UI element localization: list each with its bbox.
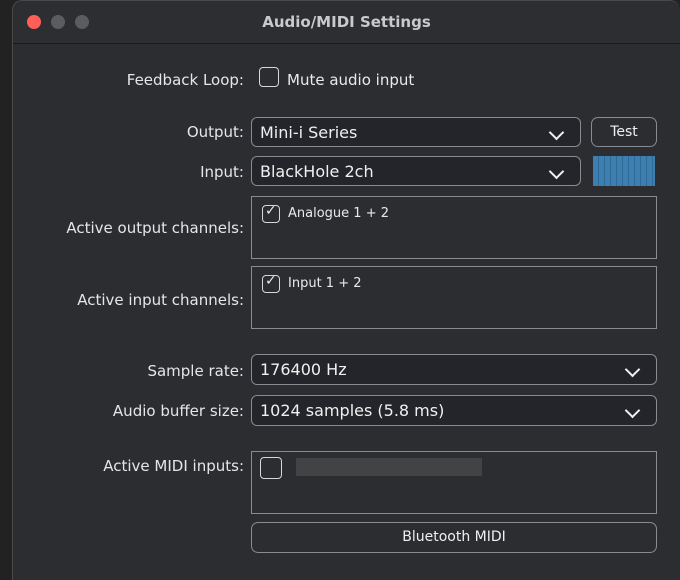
active-input-channels-label: Active input channels: <box>77 291 244 309</box>
input-device-select[interactable]: BlackHole 2ch <box>251 156 581 186</box>
window-title: Audio/MIDI Settings <box>262 13 431 31</box>
midi-input-name-redacted <box>296 458 482 476</box>
audio-midi-settings-window: Audio/MIDI Settings Feedback Loop: Mute … <box>12 0 680 580</box>
active-midi-inputs-list <box>251 451 657 514</box>
sample-rate-value: 176400 Hz <box>260 360 347 379</box>
feedback-loop-label: Feedback Loop: <box>126 71 244 89</box>
input-channel-checkbox[interactable]: ✓ <box>262 273 280 293</box>
test-button[interactable]: Test <box>591 117 657 147</box>
output-device-value: Mini-i Series <box>260 123 358 142</box>
sample-rate-select[interactable]: 176400 Hz <box>251 354 657 385</box>
midi-input-checkbox[interactable] <box>260 457 282 479</box>
mute-audio-input-label: Mute audio input <box>287 71 415 89</box>
input-channel-label: Input 1 + 2 <box>288 276 362 291</box>
checkmark-icon: ✓ <box>265 273 277 289</box>
active-input-channels-list: ✓ Input 1 + 2 <box>251 266 657 329</box>
audio-buffer-size-value: 1024 samples (5.8 ms) <box>260 401 445 420</box>
output-channel-label: Analogue 1 + 2 <box>288 206 389 221</box>
title-bar: Audio/MIDI Settings <box>13 1 680 44</box>
sample-rate-label: Sample rate: <box>147 362 244 380</box>
active-output-channels-list: ✓ Analogue 1 + 2 <box>251 196 657 259</box>
input-device-value: BlackHole 2ch <box>260 162 374 181</box>
chevron-down-icon <box>548 124 565 141</box>
bluetooth-midi-button[interactable]: Bluetooth MIDI <box>251 522 657 553</box>
chevron-down-icon <box>624 402 641 419</box>
input-level-meter <box>593 156 655 186</box>
chevron-down-icon <box>624 361 641 378</box>
checkmark-icon: ✓ <box>265 203 277 219</box>
output-device-select[interactable]: Mini-i Series <box>251 117 581 147</box>
mute-audio-input-checkbox[interactable] <box>259 67 279 87</box>
chevron-down-icon <box>548 163 565 180</box>
output-label: Output: <box>186 123 244 141</box>
input-label: Input: <box>200 163 244 181</box>
active-output-channels-label: Active output channels: <box>66 219 244 237</box>
audio-buffer-size-label: Audio buffer size: <box>112 402 244 420</box>
output-channel-checkbox[interactable]: ✓ <box>262 203 280 223</box>
audio-buffer-size-select[interactable]: 1024 samples (5.8 ms) <box>251 395 657 426</box>
active-midi-inputs-label: Active MIDI inputs: <box>103 457 244 475</box>
